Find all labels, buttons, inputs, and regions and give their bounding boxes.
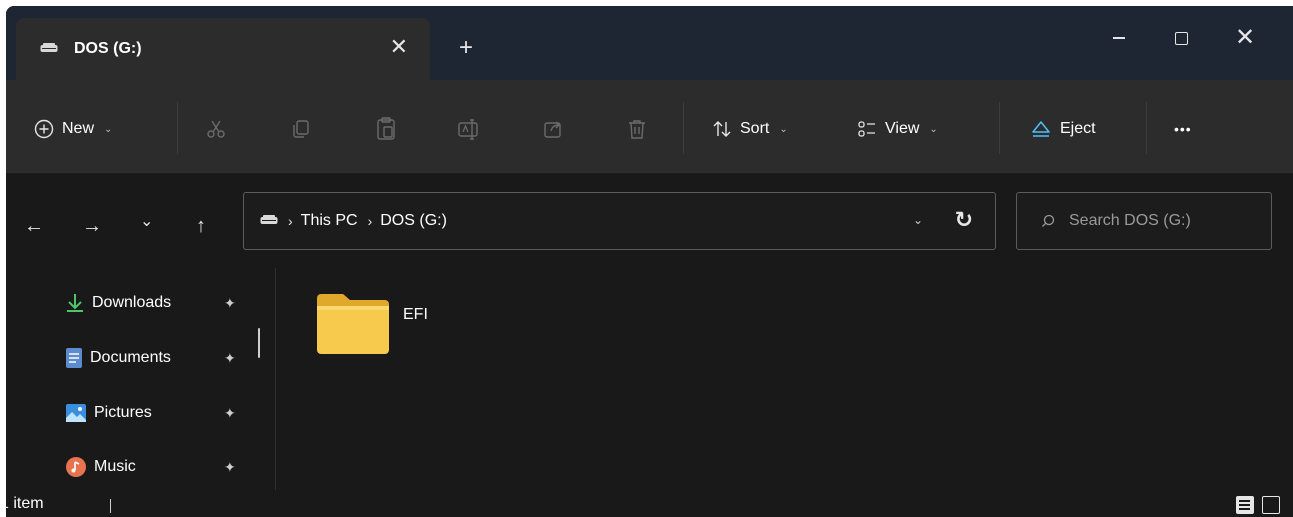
sidebar-scrollbar[interactable] bbox=[258, 328, 260, 358]
trash-icon bbox=[629, 120, 645, 139]
view-icon bbox=[858, 121, 875, 137]
folder-name[interactable]: EFI bbox=[403, 306, 428, 324]
close-window-button[interactable]: ✕ bbox=[1222, 20, 1268, 56]
folder-icon[interactable] bbox=[315, 292, 395, 362]
view-label: View bbox=[885, 120, 920, 137]
view-button[interactable]: View ⌄ bbox=[857, 116, 938, 142]
pin-icon[interactable]: ✦ bbox=[224, 405, 236, 422]
more-options-button[interactable]: ••• bbox=[1174, 116, 1192, 142]
paste-icon bbox=[377, 117, 395, 140]
maximize-button[interactable] bbox=[1158, 20, 1204, 56]
sort-icon bbox=[713, 121, 731, 137]
eject-label: Eject bbox=[1060, 120, 1096, 137]
paste-button[interactable] bbox=[373, 116, 399, 142]
drive-icon bbox=[40, 40, 58, 58]
address-bar[interactable]: › This PC › DOS (G:) ⌄ ↻ bbox=[243, 192, 996, 250]
new-button[interactable]: New ⌄ bbox=[34, 116, 112, 142]
delete-button[interactable] bbox=[624, 116, 650, 142]
breadcrumb-this-pc[interactable]: This PC bbox=[301, 212, 358, 230]
item-count: 1 item bbox=[6, 495, 44, 512]
toolbar-divider bbox=[1146, 102, 1147, 154]
chevron-down-icon: ⌄ bbox=[779, 123, 788, 135]
chevron-down-icon: ⌄ bbox=[929, 123, 938, 135]
maximize-icon bbox=[1174, 31, 1188, 45]
drive-icon bbox=[260, 212, 278, 230]
file-explorer-window: DOS (G:) ✕ + ✕ New ⌄ Sort ⌄ View ⌄ Eject… bbox=[6, 6, 1293, 517]
details-view-button[interactable] bbox=[1236, 496, 1254, 514]
back-button[interactable]: ← bbox=[24, 216, 44, 236]
tab-close-icon[interactable]: ✕ bbox=[390, 36, 408, 58]
title-bar: DOS (G:) ✕ + ✕ bbox=[6, 6, 1293, 80]
search-placeholder: Search DOS (G:) bbox=[1069, 212, 1191, 229]
pin-icon[interactable]: ✦ bbox=[224, 295, 236, 312]
details-view-icon bbox=[1239, 504, 1250, 506]
refresh-icon[interactable]: ↻ bbox=[955, 207, 973, 233]
breadcrumb-separator[interactable]: › bbox=[288, 213, 293, 229]
status-bar: 1 item bbox=[6, 490, 1293, 517]
details-view-icon bbox=[1239, 508, 1250, 510]
sidebar-item-label: Music bbox=[94, 458, 136, 475]
cut-icon bbox=[207, 120, 225, 138]
command-bar: New ⌄ Sort ⌄ View ⌄ Eject ••• bbox=[6, 80, 1293, 174]
minimize-button[interactable] bbox=[1096, 20, 1142, 56]
sidebar-item-downloads[interactable]: Downloads ✦ bbox=[66, 290, 246, 316]
search-icon bbox=[1042, 214, 1055, 227]
share-button[interactable] bbox=[540, 116, 566, 142]
sort-label: Sort bbox=[740, 120, 770, 137]
cut-button[interactable] bbox=[203, 116, 229, 142]
share-icon bbox=[544, 121, 561, 138]
plus-circle-icon bbox=[34, 119, 54, 139]
chevron-down-icon: ⌄ bbox=[104, 123, 113, 135]
pin-icon[interactable]: ✦ bbox=[224, 350, 236, 367]
sidebar-item-label: Downloads bbox=[92, 294, 172, 311]
minimize-icon bbox=[1113, 37, 1125, 39]
rename-button[interactable] bbox=[456, 116, 482, 142]
documents-icon bbox=[66, 348, 82, 368]
sidebar-item-label: Pictures bbox=[94, 404, 152, 421]
sidebar-item-pictures[interactable]: Pictures ✦ bbox=[66, 400, 246, 426]
sort-button[interactable]: Sort ⌄ bbox=[712, 116, 788, 142]
sidebar-item-music[interactable]: Music ✦ bbox=[66, 454, 246, 480]
music-icon bbox=[66, 457, 86, 477]
details-view-icon bbox=[1239, 500, 1250, 502]
navigation-row: ← → ⌄ ↑ › This PC › DOS (G:) ⌄ ↻ Search … bbox=[6, 174, 1293, 268]
file-list: EFI bbox=[277, 268, 1293, 490]
up-button[interactable]: ↑ bbox=[196, 216, 206, 236]
download-icon bbox=[67, 294, 83, 312]
copy-icon bbox=[293, 120, 309, 138]
toolbar-divider bbox=[683, 102, 684, 154]
eject-icon bbox=[1032, 121, 1050, 137]
address-dropdown-icon[interactable]: ⌄ bbox=[913, 213, 923, 227]
new-label: New bbox=[62, 120, 95, 137]
rename-icon bbox=[458, 119, 478, 140]
sidebar-item-label: Documents bbox=[90, 349, 171, 366]
copy-button[interactable] bbox=[288, 116, 314, 142]
breadcrumb-dos-g[interactable]: DOS (G:) bbox=[380, 212, 447, 230]
breadcrumb-separator[interactable]: › bbox=[368, 213, 373, 229]
pictures-icon bbox=[66, 404, 86, 422]
sidebar-item-documents[interactable]: Documents ✦ bbox=[66, 345, 246, 371]
toolbar-divider bbox=[177, 102, 178, 154]
tab-title: DOS (G:) bbox=[74, 40, 142, 57]
eject-button[interactable]: Eject bbox=[1030, 116, 1096, 142]
status-divider bbox=[110, 499, 111, 513]
tab-dos-g[interactable]: DOS (G:) ✕ bbox=[16, 18, 430, 80]
forward-button[interactable]: → bbox=[82, 216, 102, 236]
recent-locations-button[interactable]: ⌄ bbox=[140, 212, 153, 232]
pin-icon[interactable]: ✦ bbox=[224, 459, 236, 476]
tiles-view-button[interactable] bbox=[1262, 496, 1280, 514]
new-tab-button[interactable]: + bbox=[459, 36, 473, 60]
toolbar-divider bbox=[999, 102, 1000, 154]
search-input[interactable]: Search DOS (G:) bbox=[1016, 192, 1272, 250]
navigation-pane: Downloads ✦ Documents ✦ Pictures ✦ Music… bbox=[6, 268, 276, 490]
